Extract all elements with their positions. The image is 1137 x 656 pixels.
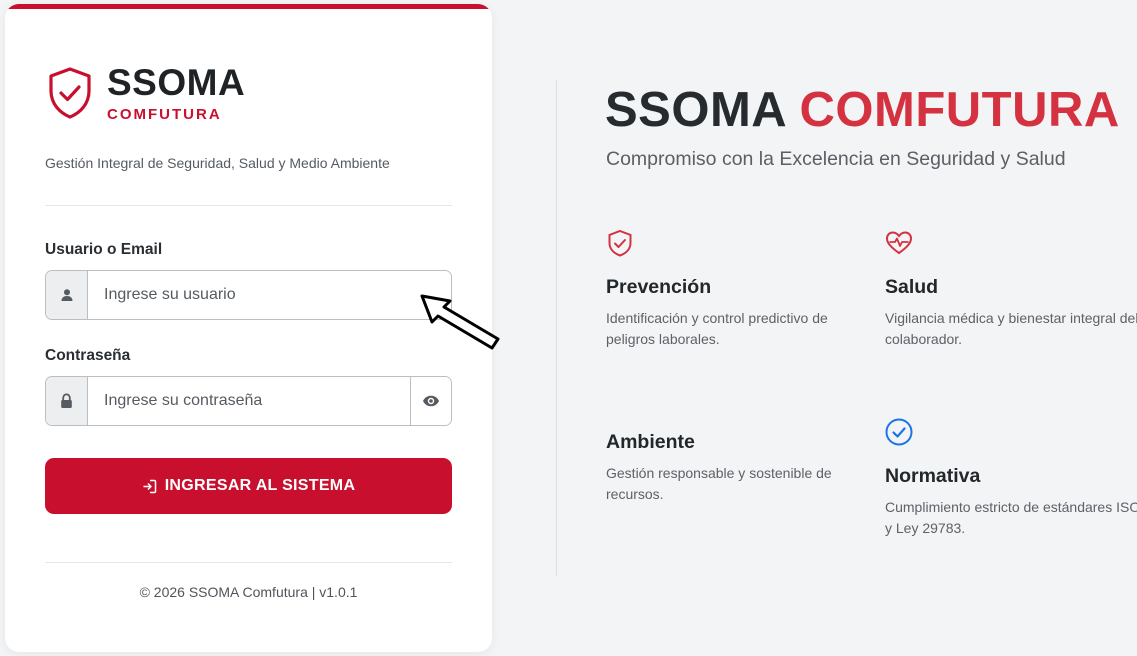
feature-title: Prevención <box>606 276 712 298</box>
footer-copyright: © 2026 SSOMA Comfutura | v1.0.1 <box>139 584 358 600</box>
feature-description: Cumplimiento estricto de estándares ISO … <box>885 499 1137 536</box>
feature-title: Normativa <box>885 465 981 487</box>
leaf-icon <box>606 389 634 417</box>
brand-subtitle: COMFUTURA <box>107 106 222 123</box>
feature-title: Salud <box>885 276 939 298</box>
card-top-accent-bar <box>5 4 492 9</box>
feature-description: Identificación y control predictivo de p… <box>606 310 828 347</box>
mouse-pointer-icon <box>420 294 500 350</box>
shield-check-icon <box>49 67 91 119</box>
username-input-group <box>45 270 452 320</box>
login-submit-button[interactable]: INGRESAR AL SISTEMA <box>45 458 452 514</box>
toggle-password-button[interactable] <box>410 377 451 425</box>
shield-check-icon <box>608 229 632 257</box>
brand-tagline: Gestión Integral de Seguridad, Salud y M… <box>45 155 390 171</box>
header-divider <box>45 205 452 206</box>
password-addon <box>46 377 88 425</box>
feature-prevencion: Prevención Identificación y control pred… <box>606 229 866 350</box>
hero-title-accent: COMFUTURA <box>799 83 1120 137</box>
sign-in-icon <box>143 479 156 493</box>
check-circle-icon <box>885 418 913 446</box>
footer-divider <box>45 562 452 563</box>
lock-icon <box>61 393 72 408</box>
eye-icon <box>423 395 439 407</box>
brand-name: SSOMA <box>107 62 246 103</box>
user-icon <box>61 289 72 301</box>
password-input-group <box>45 376 452 426</box>
password-label: Contraseña <box>45 347 131 364</box>
hero-title: SSOMA COMFUTURA <box>605 82 1120 138</box>
username-input[interactable] <box>88 271 451 319</box>
username-label: Usuario o Email <box>45 241 163 258</box>
heart-pulse-icon <box>885 231 913 255</box>
hero-subtitle: Compromiso con la Excelencia en Segurida… <box>606 148 1066 170</box>
panel-separator <box>556 80 557 576</box>
feature-ambiente: Ambiente Gestión responsable y sostenibl… <box>606 389 866 505</box>
login-submit-label: INGRESAR AL SISTEMA <box>164 477 356 494</box>
username-addon <box>46 271 88 319</box>
feature-title: Ambiente <box>606 431 695 453</box>
feature-description: Gestión responsable y sostenible de recu… <box>606 465 832 502</box>
feature-salud: Salud Vigilancia médica y bienestar inte… <box>885 229 1137 350</box>
feature-normativa: Normativa Cumplimiento estricto de están… <box>885 418 1137 539</box>
brand-logo: SSOMA COMFUTURA <box>47 62 246 123</box>
password-input[interactable] <box>88 377 410 425</box>
feature-description: Vigilancia médica y bienestar integral d… <box>885 310 1137 347</box>
hero-title-main: SSOMA <box>605 83 786 137</box>
